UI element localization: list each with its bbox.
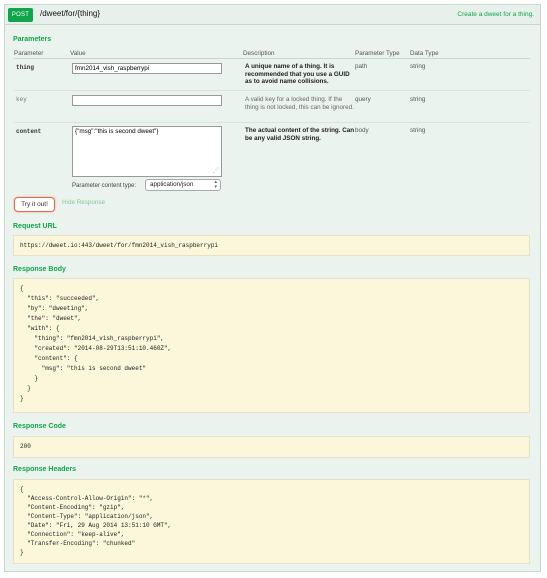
response-body-value: { "this": "succeeded", "by": "dweeting",… [13, 278, 530, 413]
response-code-value: 200 [13, 436, 530, 458]
column-header-description: Description [243, 50, 275, 57]
response-headers-value: { "Access-Control-Allow-Origin": "*", "C… [13, 479, 530, 564]
column-header-parameter-type: Parameter Type [355, 50, 400, 57]
table-header-divider [14, 58, 530, 59]
try-it-out-button[interactable]: Try it out! [14, 197, 55, 212]
parameters-title: Parameters [13, 36, 52, 43]
parameter-name-thing: thing [16, 64, 35, 71]
parameter-name-content: content [16, 128, 42, 135]
resize-grip-icon[interactable]: ⋰ [213, 167, 220, 175]
content-type-label: Parameter content type: [72, 183, 137, 189]
hide-response-link[interactable]: Hide Response [62, 199, 105, 206]
thing-input[interactable] [72, 63, 222, 74]
request-url-value: https://dweet.io:443/dweet/for/fmn2014_v… [13, 235, 530, 256]
endpoint-path[interactable]: /dweet/for/{thing} [40, 9, 100, 18]
parameter-name-key: key [16, 96, 27, 103]
parameter-description-content: The actual content of the string. Can be… [245, 127, 355, 142]
parameter-type-content: body [355, 127, 369, 134]
http-method-badge[interactable]: POST [8, 8, 33, 22]
parameter-description-key: A valid key for a locked thing. If the t… [245, 96, 354, 111]
parameter-type-key: query [355, 96, 371, 103]
row-divider [14, 90, 530, 91]
operation-heading[interactable]: POST /dweet/for/{thing} Create a dweet f… [5, 5, 540, 25]
response-body-title: Response Body [13, 266, 66, 273]
response-headers-title: Response Headers [13, 466, 77, 473]
row-divider [14, 122, 530, 123]
key-input[interactable] [72, 95, 222, 106]
data-type-key: string [410, 96, 426, 103]
request-url-title: Request URL [13, 223, 57, 230]
parameter-description-thing: A unique name of a thing. It is recommen… [245, 63, 350, 85]
data-type-content: string [410, 127, 426, 134]
endpoint-summary[interactable]: Create a dweet for a thing. [457, 11, 534, 18]
response-code-title: Response Code [13, 423, 66, 430]
data-type-thing: string [410, 63, 426, 70]
content-type-select[interactable]: application/json ▴ ▾ [145, 179, 221, 191]
content-textarea[interactable]: {"msg":"this is second dweet"} [72, 126, 222, 177]
content-type-selected-value: application/json [150, 181, 194, 188]
operation-panel: POST /dweet/for/{thing} Create a dweet f… [4, 4, 541, 572]
parameter-type-thing: path [355, 63, 368, 70]
select-arrows-icon: ▴ ▾ [214, 179, 217, 190]
column-header-value: Value [70, 50, 86, 57]
column-header-data-type: Data Type [410, 50, 439, 57]
column-header-parameter: Parameter [14, 50, 44, 57]
